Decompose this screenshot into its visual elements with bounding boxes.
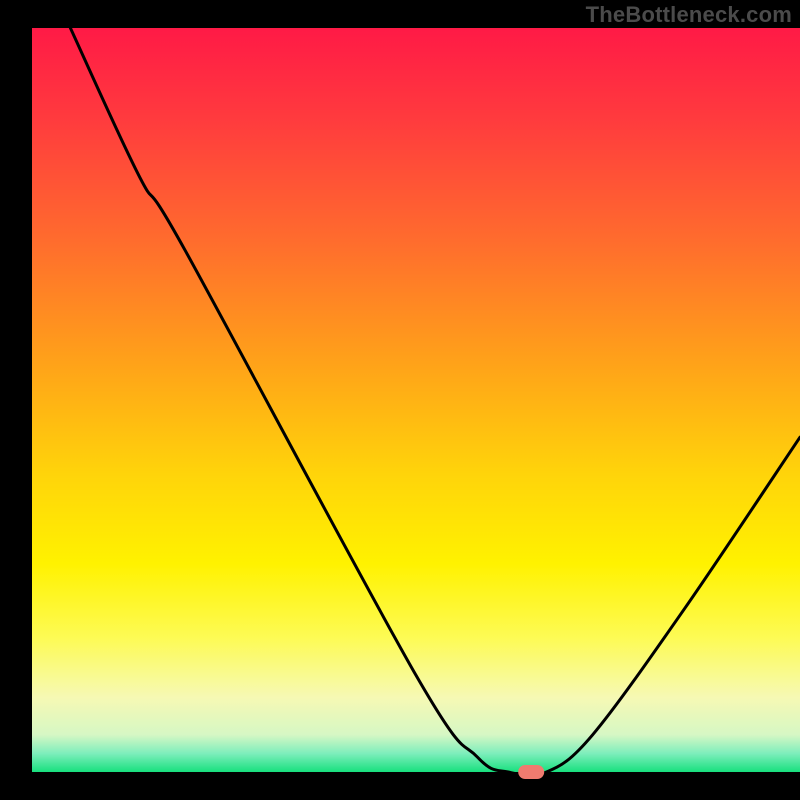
optimal-point-marker <box>518 765 544 779</box>
bottleneck-chart <box>0 0 800 800</box>
plot-area <box>32 28 800 772</box>
watermark-label: TheBottleneck.com <box>586 2 792 28</box>
chart-frame: TheBottleneck.com <box>0 0 800 800</box>
